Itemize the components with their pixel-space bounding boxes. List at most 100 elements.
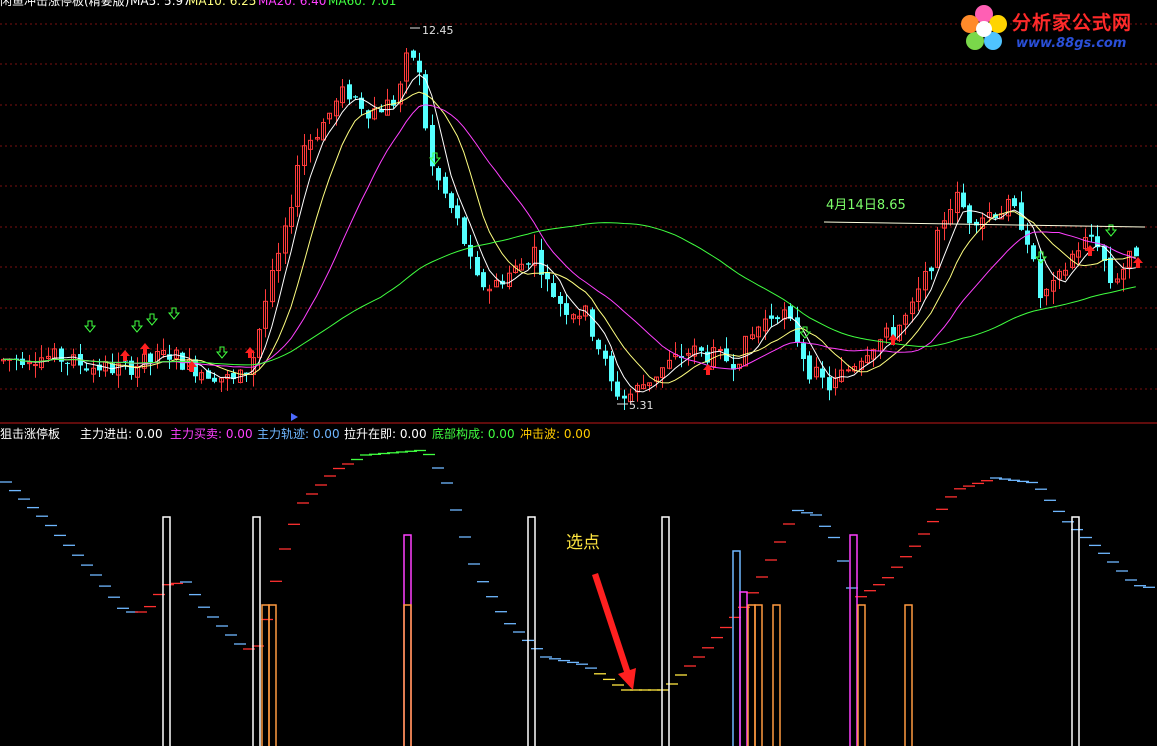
- green-down-arrow-icon: [145, 313, 159, 326]
- red-up-arrow-icon: [140, 343, 150, 354]
- chart-canvas[interactable]: [0, 0, 1157, 746]
- indicator-legend-item: 主力进出: 0.00: [80, 427, 163, 441]
- candle-body: [590, 309, 595, 337]
- flower-logo-icon: [961, 5, 1007, 50]
- candle-body: [353, 96, 358, 98]
- candle-body: [807, 355, 812, 380]
- green-down-arrow-icon: [130, 320, 144, 333]
- candle-body: [1134, 247, 1139, 257]
- candle-body: [820, 368, 825, 378]
- candle-body: [391, 99, 396, 106]
- red-up-arrow-icon: [888, 334, 898, 345]
- candle-body: [769, 315, 774, 319]
- price-annotations: [410, 27, 1146, 405]
- candle-body: [379, 109, 384, 113]
- indicator-bar: [849, 534, 858, 746]
- indicator-name[interactable]: 狙击涨停板: [0, 427, 60, 441]
- candle-body: [423, 74, 428, 129]
- indicator-bar: [732, 550, 741, 746]
- indicator-bar: [261, 604, 270, 746]
- select-point-callout: [592, 573, 636, 690]
- ma-legend-item: MA10: 6.25: [188, 0, 257, 8]
- red-up-arrow-icon: [120, 350, 130, 361]
- ma-line: [2, 73, 1136, 393]
- candle-body: [967, 205, 972, 224]
- indicator-bar: [747, 604, 756, 746]
- green-down-arrow-icon: [167, 307, 181, 320]
- indicator-bar: [162, 516, 171, 746]
- candle-body: [65, 362, 70, 364]
- price-grid: [0, 23, 1157, 390]
- indicator-bar: [739, 591, 748, 746]
- green-down-arrow-icon: [83, 320, 97, 333]
- indicator-legend-item: 底部构成: 0.00: [432, 427, 515, 441]
- indicator-bar: [268, 604, 277, 746]
- candle-body: [411, 50, 416, 58]
- date-price-annotation: 4月14日8.65: [826, 198, 906, 213]
- indicator-bar: [252, 516, 261, 746]
- candle-body: [462, 217, 467, 244]
- formula-title: 闲鱼冲击涨停板(精要版): [0, 0, 130, 8]
- candle-body: [1025, 230, 1030, 245]
- indicator-bar: [527, 516, 536, 746]
- ma-line: [2, 91, 1136, 384]
- candle-body: [775, 317, 780, 320]
- candle-body: [622, 395, 627, 399]
- ma-legend-item: MA5: 5.97: [130, 0, 191, 8]
- candle-body: [539, 249, 544, 275]
- candle-body: [596, 339, 601, 350]
- candle-body: [961, 192, 966, 208]
- indicator-legend-item: 冲击波: 0.00: [520, 427, 591, 441]
- candle-body: [801, 343, 806, 359]
- candle-body: [1031, 245, 1036, 260]
- indicator-bar: [754, 604, 763, 746]
- buy-sell-signal-arrows: [83, 152, 1143, 375]
- candle-body: [974, 221, 979, 226]
- moving-average-lines: [2, 73, 1137, 393]
- candle-body: [615, 381, 620, 397]
- indicator-bar: [1071, 516, 1080, 746]
- candle-body: [33, 364, 38, 367]
- indicator-bar: [904, 604, 913, 746]
- ma-legend-item: MA60: 7.01: [328, 0, 397, 8]
- candle-body: [827, 377, 832, 391]
- candle-body: [443, 176, 448, 194]
- indicator-bar: [403, 534, 412, 746]
- candle-body: [1038, 259, 1043, 299]
- candle-body: [436, 168, 441, 181]
- indicator-bar: [772, 604, 781, 746]
- candle-body: [603, 350, 608, 359]
- ma-legend-item: MA20: 6.40: [258, 0, 327, 8]
- candle-body: [846, 369, 851, 372]
- candle-body: [1012, 198, 1017, 207]
- low-price-label: 5.31: [629, 399, 654, 412]
- indicator-bar: [661, 516, 670, 746]
- candle-body: [1089, 234, 1094, 237]
- indicator-legend-item: 主力轨迹: 0.00: [257, 427, 340, 441]
- candle-body: [1108, 257, 1113, 284]
- candle-body: [347, 84, 352, 100]
- ma-line: [2, 222, 1136, 366]
- candle-body: [449, 193, 454, 209]
- candle-body: [430, 124, 435, 167]
- candle-body: [212, 377, 217, 382]
- red-arrow-icon: [592, 573, 636, 690]
- select-point-label: 选点: [566, 533, 600, 553]
- candle-body: [417, 60, 422, 73]
- candle-body: [481, 272, 486, 288]
- indicator-legend-item: 主力买卖: 0.00: [170, 427, 253, 441]
- candle-body: [551, 283, 556, 298]
- candle-body: [929, 267, 934, 272]
- candle-body: [526, 263, 531, 265]
- logo-title[interactable]: 分析家公式网: [1012, 8, 1132, 35]
- indicator-bar: [857, 604, 866, 746]
- indicator-panel[interactable]: [0, 449, 1155, 746]
- scroll-marker-icon[interactable]: [291, 413, 298, 421]
- indicator-legend-item: 拉升在即: 0.00: [344, 427, 427, 441]
- indicator-bar: [403, 604, 412, 746]
- logo-url[interactable]: www.88gs.com: [1016, 36, 1126, 51]
- candle-body: [148, 353, 153, 363]
- high-price-label: 12.45: [422, 24, 454, 37]
- candle-body: [699, 347, 704, 351]
- candle-body: [718, 349, 723, 352]
